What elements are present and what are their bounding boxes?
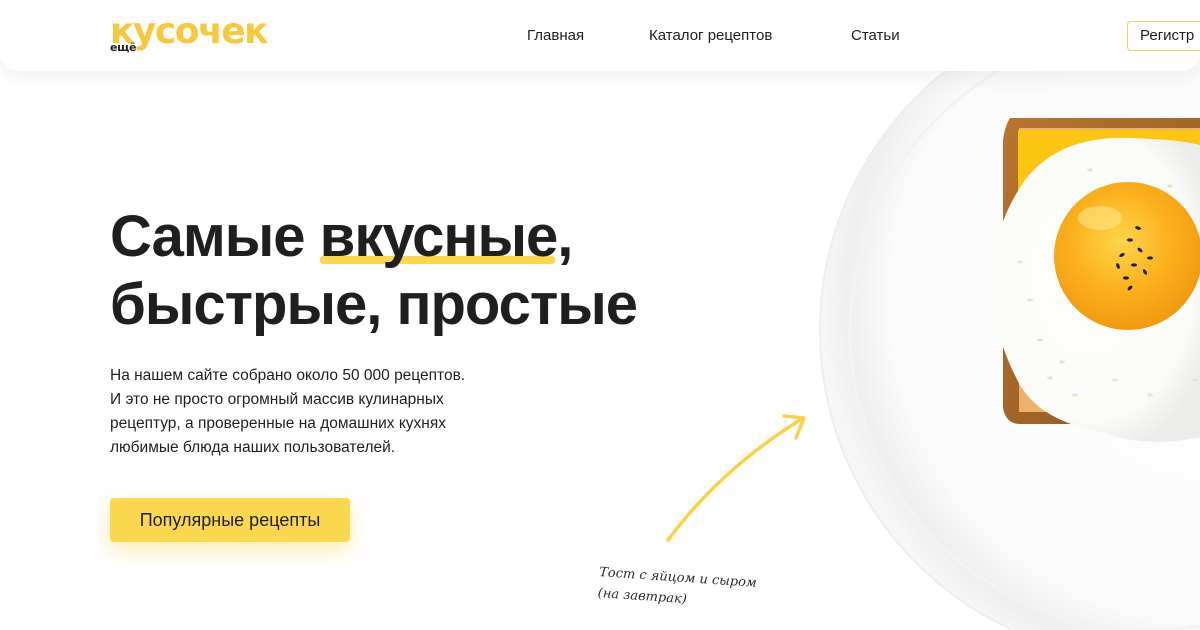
toast-egg-illustration [666,0,1200,630]
headline-highlight: вкусные [319,204,558,269]
logo-sub-text: ещё [110,41,137,54]
site-header: кусочек ещё Главная Каталог рецептов Ста… [0,0,1200,71]
site-logo[interactable]: кусочек ещё [110,10,310,60]
arrow-icon [666,414,806,542]
nav-item-recipe-catalog[interactable]: Каталог рецептов [649,26,772,46]
page: кусочек ещё Главная Каталог рецептов Ста… [0,0,1200,630]
register-button[interactable]: Регистр [1127,21,1200,51]
nav-item-home[interactable]: Главная [527,26,584,46]
nav-item-articles[interactable]: Статьи [851,26,900,46]
